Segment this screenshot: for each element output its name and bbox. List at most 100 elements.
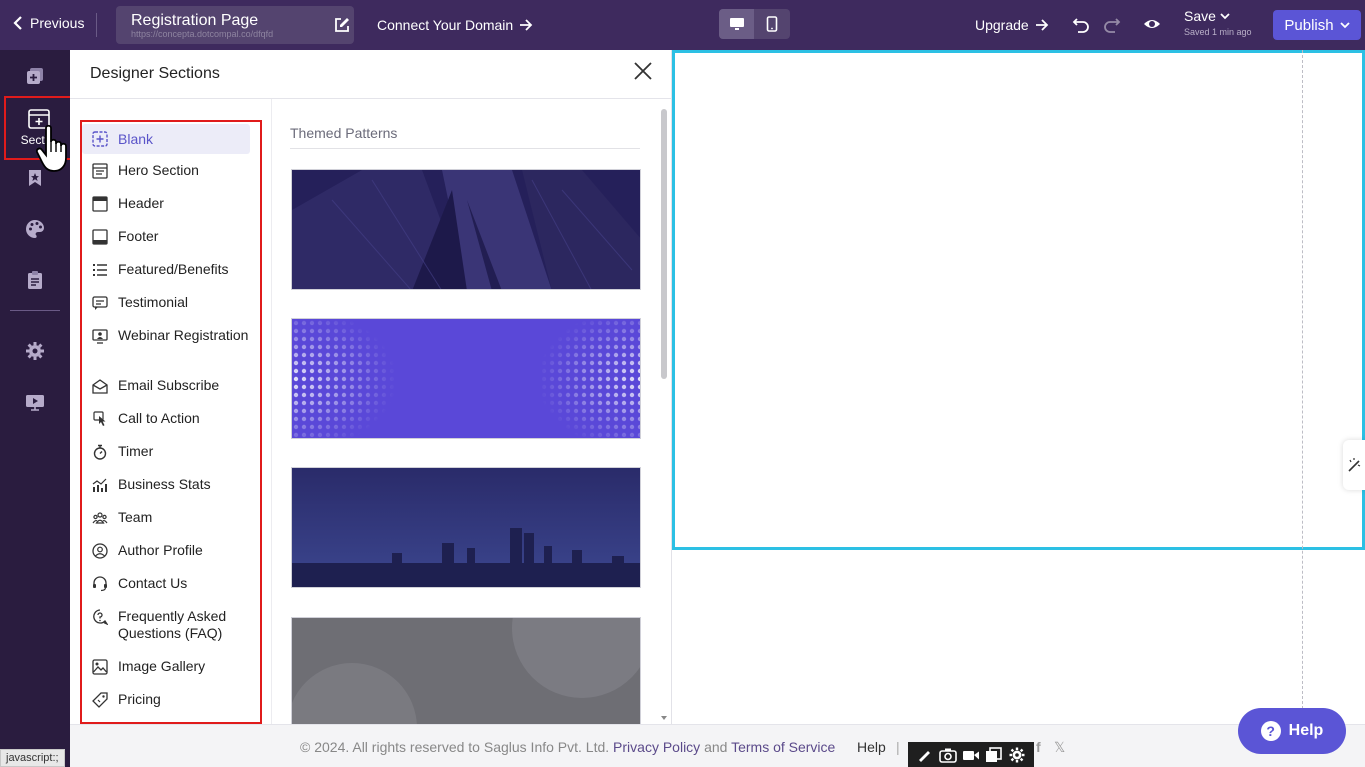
section-item-contact-us[interactable]: Contact Us [82, 575, 250, 592]
magic-wand-icon [1348, 458, 1361, 472]
chevron-down-icon [1339, 22, 1350, 29]
pattern-thumbnail[interactable] [291, 617, 641, 724]
previous-button[interactable]: Previous [12, 15, 84, 31]
section-item-webinar[interactable]: Webinar Registration [82, 327, 250, 344]
canvas-guide-line [1302, 50, 1303, 724]
section-item-label: Contact Us [118, 575, 188, 591]
rail-item-pages[interactable] [0, 56, 70, 96]
section-item-email-subscribe[interactable]: Email Subscribe [82, 377, 250, 394]
section-item-label: Call to Action [118, 410, 200, 426]
device-toggle [719, 9, 790, 39]
scrollbar-thumb[interactable] [661, 109, 667, 379]
privacy-policy-link[interactable]: Privacy Policy [613, 739, 700, 755]
terms-of-service-link[interactable]: Terms of Service [731, 739, 835, 755]
section-item-header[interactable]: Header [82, 195, 250, 212]
section-item-timer[interactable]: Timer [82, 443, 250, 460]
upgrade-label: Upgrade [975, 17, 1029, 33]
editor-canvas[interactable] [672, 50, 1365, 724]
section-item-label: Blank [118, 130, 154, 147]
rail-item-forms[interactable] [0, 260, 70, 300]
footer-separator: | [896, 739, 900, 755]
stopwatch-icon [93, 444, 107, 460]
stats-chart-icon [92, 478, 107, 492]
edit-icon[interactable] [334, 17, 350, 33]
section-item-label: Hero Section [118, 162, 199, 178]
camera-icon[interactable] [939, 747, 957, 763]
desktop-icon [729, 18, 744, 30]
patterns-scrollbar[interactable] [658, 99, 670, 724]
page-title: Registration Page [131, 12, 259, 29]
section-item-business-stats[interactable]: Business Stats [82, 476, 250, 493]
pen-icon[interactable] [916, 747, 934, 763]
desktop-view-button[interactable] [719, 9, 754, 39]
arrow-right-icon [1035, 19, 1048, 31]
preview-eye-icon[interactable] [1143, 16, 1161, 32]
mobile-icon [766, 16, 777, 32]
gear-icon[interactable] [1008, 747, 1026, 763]
section-item-pricing[interactable]: Pricing [82, 691, 250, 708]
section-item-author-profile[interactable]: Author Profile [82, 542, 250, 559]
section-item-label: Featured/Benefits [118, 261, 229, 277]
halftone-dots-pattern-image [292, 319, 640, 438]
page-url: https://concepta.dotcompal.co/dfqfd [131, 29, 274, 39]
redo-icon[interactable] [1103, 15, 1121, 33]
section-item-hero[interactable]: Hero Section [82, 162, 250, 179]
pattern-thumbnail[interactable] [291, 169, 641, 290]
side-panel-toggle[interactable] [1343, 440, 1365, 490]
rail-item-presentation[interactable] [0, 382, 70, 422]
selected-section-outline[interactable] [672, 50, 1365, 550]
chevron-down-icon [1220, 13, 1230, 20]
upgrade-link[interactable]: Upgrade [975, 17, 1049, 33]
x-twitter-icon[interactable]: 𝕏 [1054, 739, 1065, 756]
price-tag-icon [92, 692, 108, 708]
plus-square-icon [92, 131, 108, 147]
footer: © 2024. All rights reserved to Saglus In… [70, 724, 1365, 767]
rail-item-theme[interactable] [0, 209, 70, 249]
rail-divider [10, 310, 60, 311]
publish-button[interactable]: Publish [1273, 10, 1361, 40]
themed-patterns-area: Themed Patterns [271, 99, 670, 724]
scroll-down-icon[interactable] [661, 716, 667, 720]
copy-icon[interactable] [985, 746, 1003, 763]
help-widget-button[interactable]: ? Help [1238, 708, 1346, 754]
section-item-featured[interactable]: Featured/Benefits [82, 261, 250, 278]
pages-icon [27, 68, 43, 84]
section-item-label: Timer [118, 443, 154, 459]
footer-copyright-line: © 2024. All rights reserved to Saglus In… [300, 739, 835, 755]
rail-item-settings[interactable] [0, 331, 70, 371]
undo-icon[interactable] [1072, 15, 1090, 33]
image-icon [92, 659, 108, 675]
section-item-label: Image Gallery [118, 658, 206, 674]
monitor-play-icon [26, 395, 44, 411]
video-camera-icon[interactable] [962, 747, 980, 763]
page-title-box[interactable]: Registration Page https://concepta.dotco… [116, 6, 354, 44]
section-item-label: Team [118, 509, 153, 525]
section-item-testimonial[interactable]: Testimonial [82, 294, 250, 311]
mobile-view-button[interactable] [754, 9, 789, 39]
gear-icon [26, 342, 44, 360]
section-item-faq[interactable]: Frequently Asked Questions (FAQ) [82, 608, 250, 642]
team-icon [92, 512, 108, 524]
section-category-list: Blank Hero Section Header Footer Feature… [80, 120, 262, 724]
top-bar: Previous Registration Page https://conce… [0, 0, 1365, 50]
city-skyline-pattern-image [292, 468, 640, 587]
close-icon[interactable] [632, 60, 654, 82]
pattern-thumbnail[interactable] [291, 318, 641, 439]
save-menu[interactable]: Save Saved 1 min ago [1184, 8, 1252, 37]
section-item-cta[interactable]: Call to Action [82, 410, 250, 427]
section-item-blank[interactable]: Blank [82, 124, 250, 154]
pattern-thumbnail[interactable] [291, 467, 641, 588]
browser-status-url: javascript:; [0, 749, 65, 767]
panel-title: Designer Sections [90, 65, 220, 82]
connect-domain-link[interactable]: Connect Your Domain [377, 17, 533, 33]
section-item-image-gallery[interactable]: Image Gallery [82, 658, 250, 675]
facebook-icon[interactable]: f [1036, 739, 1041, 755]
clipboard-icon [28, 271, 42, 289]
saved-status: Saved 1 min ago [1184, 27, 1252, 37]
section-item-label: Author Profile [118, 542, 203, 558]
section-item-footer[interactable]: Footer [82, 228, 250, 245]
screen-capture-toolbar [908, 742, 1034, 767]
section-item-team[interactable]: Team [82, 509, 250, 526]
question-icon: ? [1260, 721, 1281, 741]
footer-help-link[interactable]: Help [857, 739, 886, 755]
